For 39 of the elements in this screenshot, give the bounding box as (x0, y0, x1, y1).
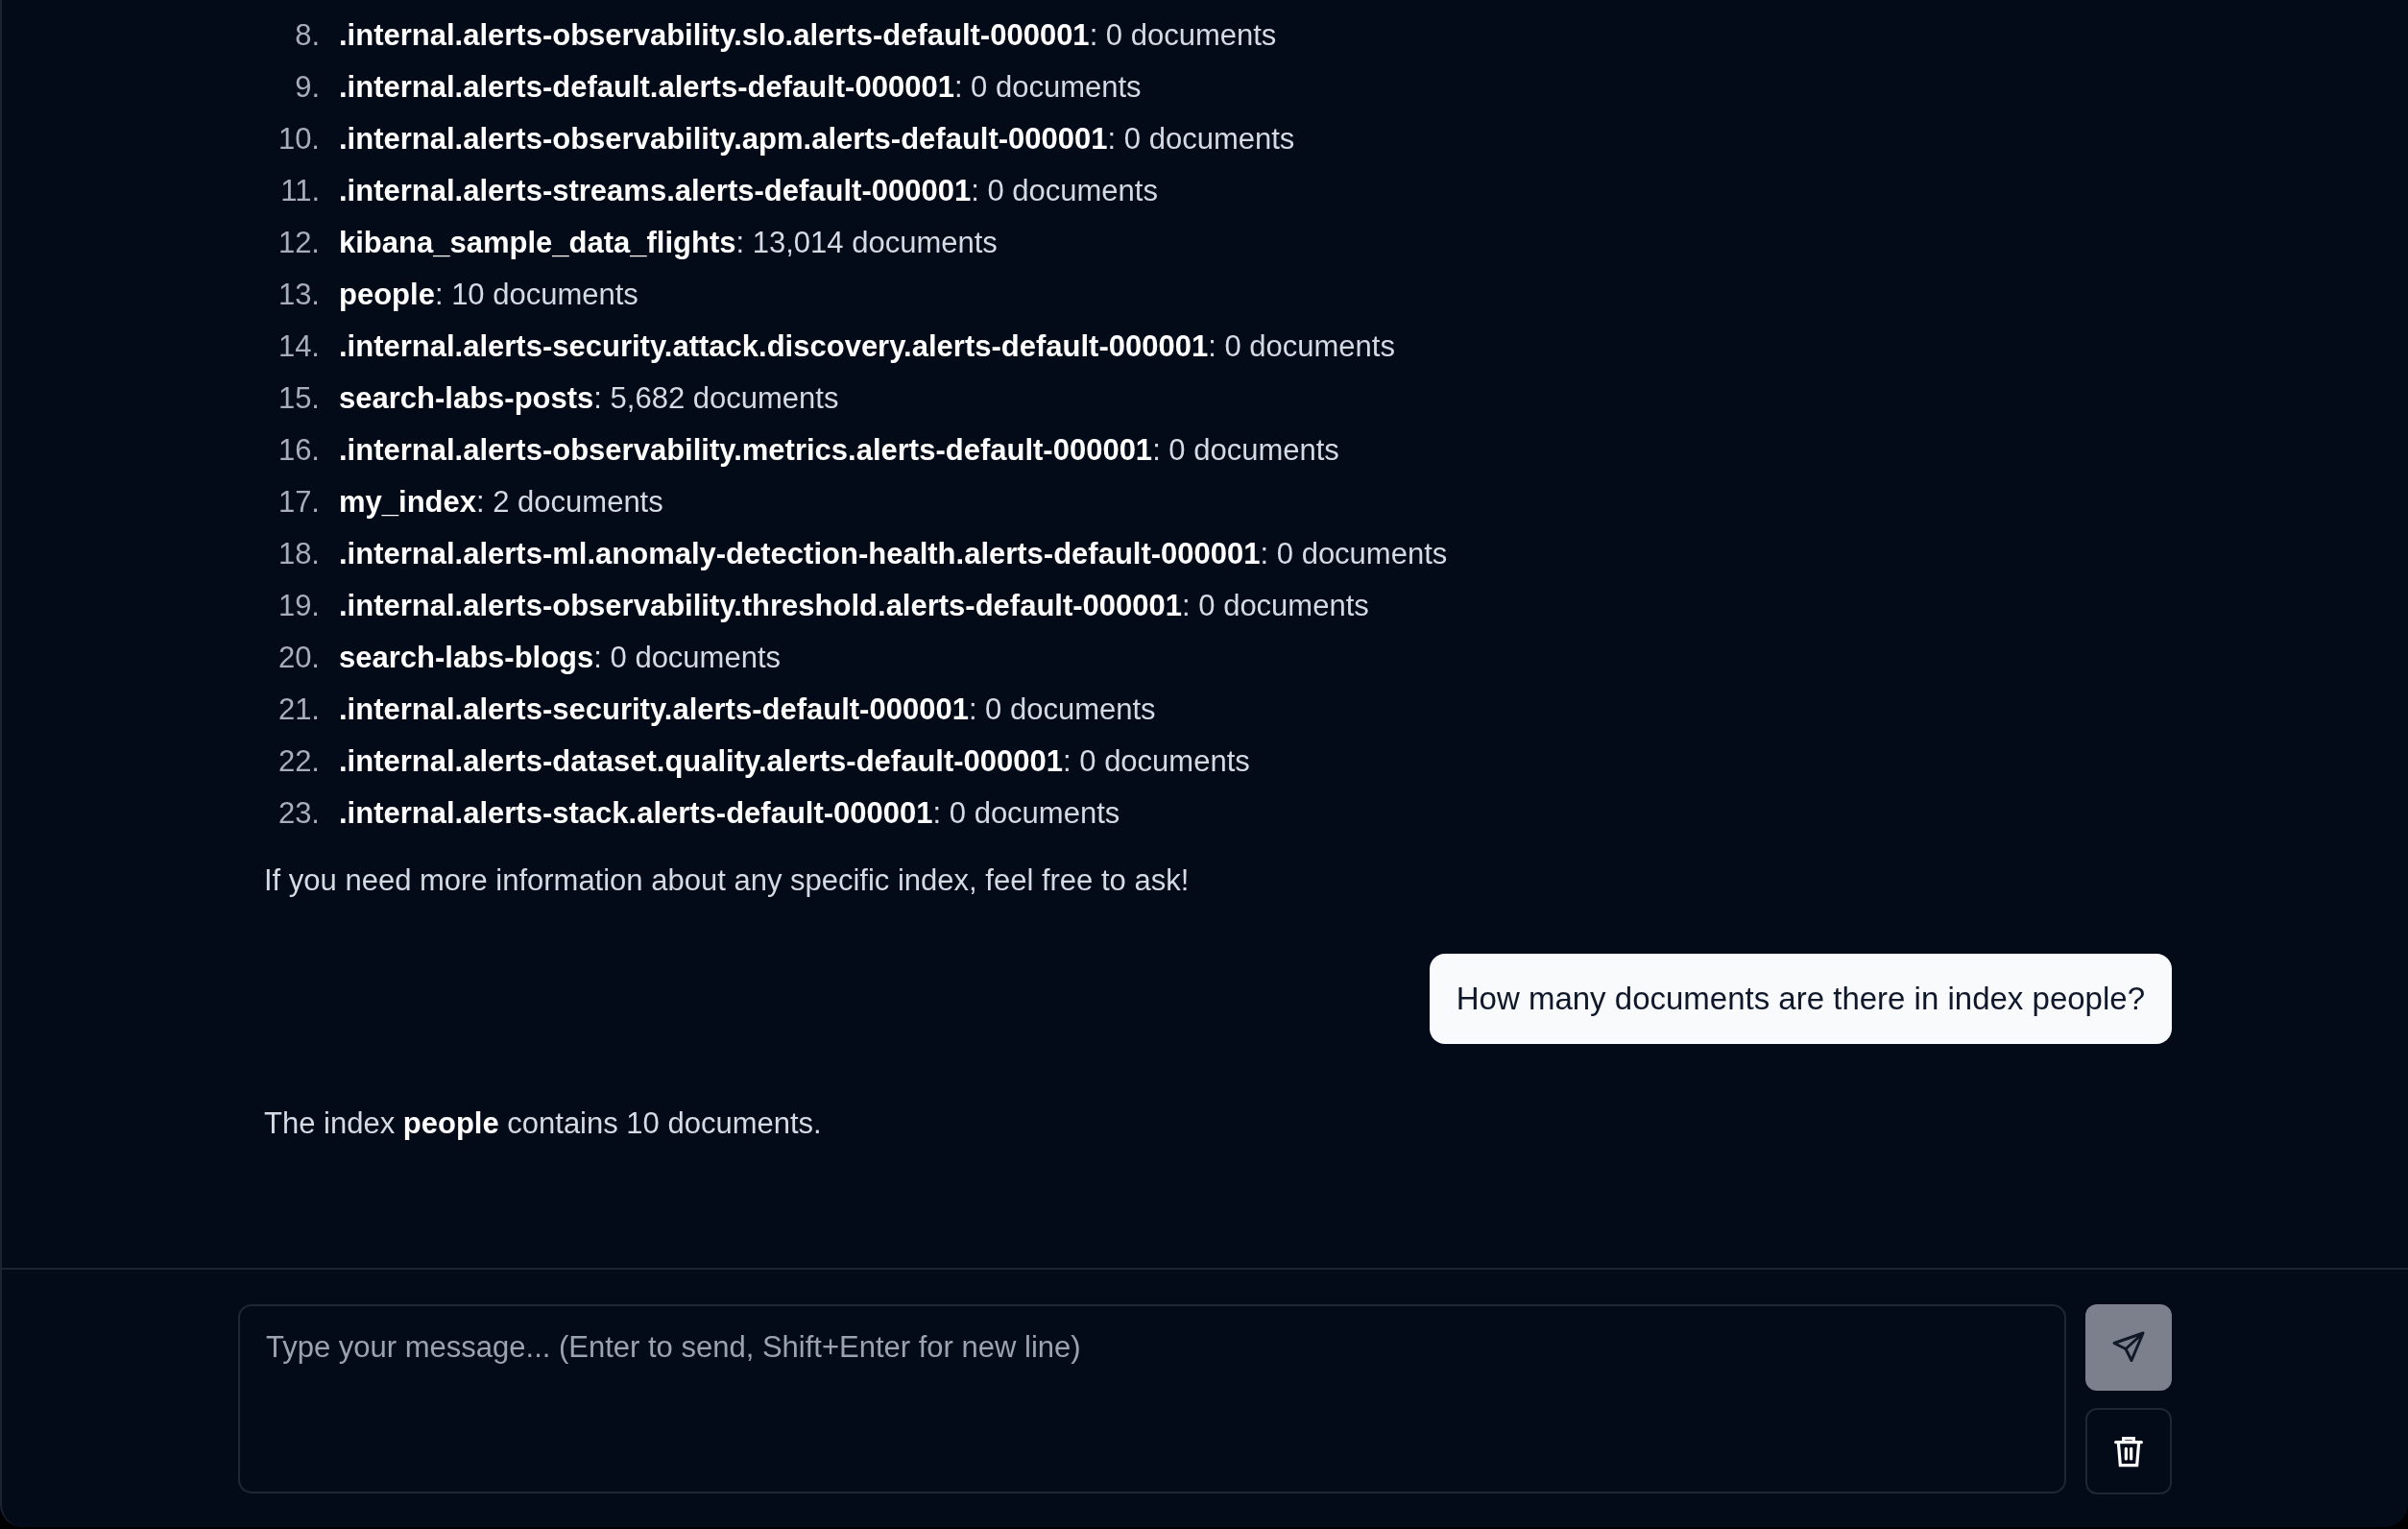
list-number: 17. (277, 484, 321, 521)
send-icon (2110, 1330, 2147, 1365)
index-count-text: .internal.alerts-streams.alerts-default-000001: 0 documents (339, 173, 1158, 209)
list-number: 8. (294, 17, 321, 54)
index-count-text: .internal.alerts-dataset.quality.alerts-default-000001: 0 documents (339, 743, 1250, 780)
user-message-bubble: How many documents are there in index people? (1429, 953, 2172, 1045)
assistant-message: The index people contains 10 documents. (264, 1105, 823, 1143)
index-count-text: .internal.alerts-stack.alerts-default-000001: 0 documents (339, 795, 1120, 832)
index-count-text: search-labs-blogs: 0 documents (339, 640, 782, 676)
list-number: 15. (277, 380, 321, 417)
list-number: 9. (294, 69, 321, 106)
list-number: 13. (277, 277, 321, 313)
delete-button[interactable] (2085, 1408, 2172, 1494)
list-number: 23. (277, 795, 321, 832)
assistant-message: If you need more information about any specific index, feel free to ask! (264, 862, 1191, 899)
list-number: 22. (277, 743, 321, 780)
trash-icon (2113, 1434, 2144, 1468)
list-number: 11. (279, 173, 321, 209)
index-count-text: .internal.alerts-ml.anomaly-detection-health.alerts-default-000001: 0 documents (339, 536, 1448, 572)
index-count-text: .internal.alerts-observability.apm.alerts-default-000001: 0 documents (339, 121, 1295, 158)
index-count-text: .internal.alerts-observability.threshold.alerts-default-000001: 0 documents (339, 588, 1369, 624)
message-input[interactable]: Type your message... (Enter to send, Shift+Enter for new line) (238, 1304, 2066, 1493)
index-count-text: kibana_sample_data_flights: 13,014 documents (339, 225, 998, 261)
list-number: 16. (277, 432, 321, 469)
index-count-text: people: 10 documents (339, 277, 638, 313)
index-count-text: my_index: 2 documents (339, 484, 663, 521)
index-count-text: .internal.alerts-security.alerts-default-000001: 0 documents (339, 692, 1156, 728)
index-count-text: .internal.alerts-security.attack.discovery.alerts-default-000001: 0 documents (339, 328, 1395, 365)
list-number: 14. (277, 328, 321, 365)
list-number: 19. (277, 588, 321, 624)
index-count-text: .internal.alerts-observability.metrics.alerts-default-000001: 0 documents (339, 432, 1339, 469)
index-count-text: search-labs-posts: 5,682 documents (339, 380, 839, 417)
list-number: 12. (277, 225, 321, 261)
list-number: 20. (277, 640, 321, 676)
list-number: 10. (277, 121, 321, 158)
list-number: 18. (277, 536, 321, 572)
list-number: 21. (277, 692, 321, 728)
index-count-text: .internal.alerts-observability.slo.alerts-default-000001: 0 documents (339, 17, 1277, 54)
index-count-text: .internal.alerts-default.alerts-default-000001: 0 documents (339, 69, 1142, 106)
